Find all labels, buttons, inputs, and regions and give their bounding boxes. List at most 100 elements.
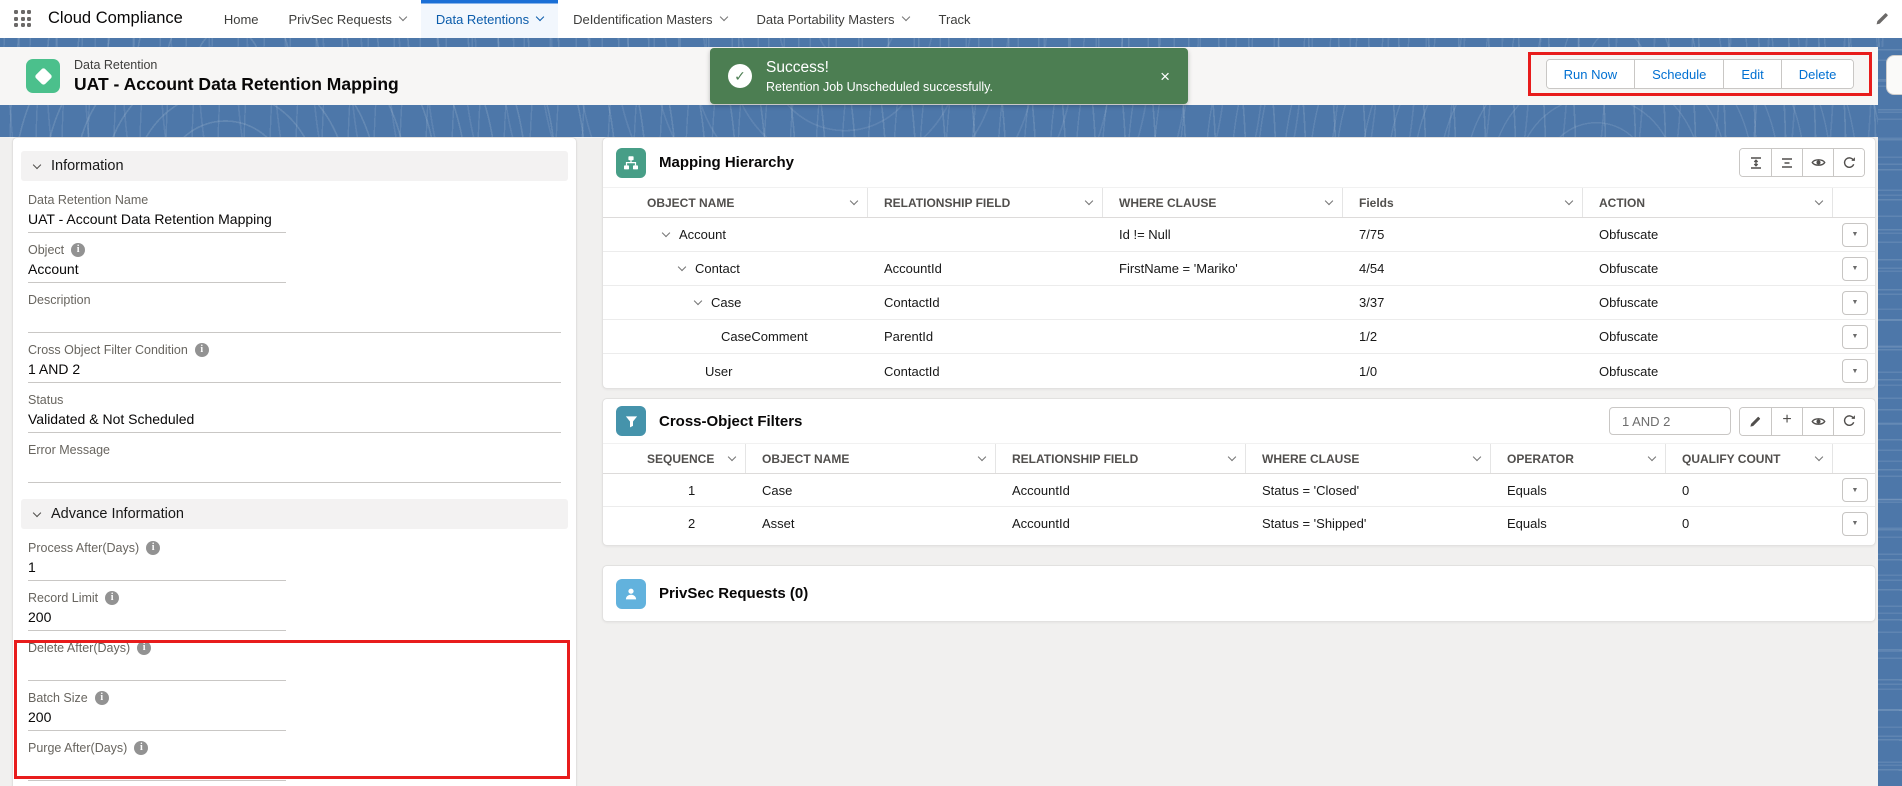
row-actions-dropdown[interactable]: ▼: [1842, 359, 1868, 383]
info-icon[interactable]: i: [195, 343, 209, 357]
chevron-down-icon: [728, 452, 736, 460]
info-icon[interactable]: i: [146, 541, 160, 555]
toast-texts: Success! Retention Job Unscheduled succe…: [766, 59, 1150, 94]
column-header-relationship-field[interactable]: RELATIONSHIP FIELD: [868, 188, 1103, 217]
chevron-down-icon[interactable]: [399, 13, 407, 21]
field-description: Description: [28, 290, 561, 340]
column-header-where-clause[interactable]: WHERE CLAUSE: [1103, 188, 1343, 217]
column-header-fields[interactable]: Fields: [1343, 188, 1583, 217]
global-nav-bar: Cloud Compliance Home PrivSec Requests D…: [0, 0, 1902, 38]
field-error-message: Error Message: [28, 440, 561, 490]
field-data-retention-name: Data Retention Name UAT - Account Data R…: [28, 190, 286, 240]
run-now-button[interactable]: Run Now: [1547, 60, 1634, 88]
row-actions-dropdown[interactable]: ▼: [1842, 223, 1868, 247]
filters-icon: [616, 406, 646, 436]
app-launcher-icon[interactable]: [14, 10, 36, 28]
chevron-down-icon: [1473, 452, 1481, 460]
tab-track[interactable]: Track: [924, 0, 986, 38]
chevron-down-icon[interactable]: [719, 13, 727, 21]
info-icon[interactable]: i: [137, 641, 151, 655]
information-fields: Data Retention Name UAT - Account Data R…: [28, 181, 561, 491]
refresh-icon[interactable]: [1833, 149, 1864, 176]
field-delete-after-days: Delete After(Days)i: [28, 638, 286, 688]
field-cross-object-filter-condition: Cross Object Filter Conditioni 1 AND 2: [28, 340, 561, 390]
row-actions-dropdown[interactable]: ▼: [1842, 478, 1868, 502]
mapping-hierarchy-card: Mapping Hierarchy OBJECT NAME RELATIONSH…: [602, 137, 1876, 389]
tab-home[interactable]: Home: [209, 0, 274, 38]
refresh-icon[interactable]: [1833, 408, 1864, 435]
table-row-case: Case ContactId 3/37 Obfuscate ▼: [603, 286, 1875, 320]
column-header-qualify-count[interactable]: QUALIFY COUNT: [1666, 444, 1833, 473]
column-header-sequence[interactable]: SEQUENCE: [603, 444, 746, 473]
privsec-requests-header: PrivSec Requests (0): [603, 566, 1875, 621]
mapping-hierarchy-header: Mapping Hierarchy: [603, 138, 1875, 187]
info-icon[interactable]: i: [134, 741, 148, 755]
privsec-person-icon: [616, 579, 646, 609]
row-actions-dropdown[interactable]: ▼: [1842, 512, 1868, 536]
success-toast: ✓ Success! Retention Job Unscheduled suc…: [710, 48, 1188, 104]
chevron-down-icon: [1565, 196, 1573, 204]
record-title: UAT - Account Data Retention Mapping: [74, 74, 399, 95]
column-header-row-actions: [1833, 444, 1877, 473]
column-header-object-name[interactable]: OBJECT NAME: [746, 444, 996, 473]
preview-eye-icon[interactable]: [1802, 149, 1833, 176]
chevron-down-icon[interactable]: [901, 13, 909, 21]
edit-nav-pencil-icon[interactable]: [1875, 11, 1890, 31]
add-plus-icon[interactable]: +: [1771, 408, 1802, 435]
section-information[interactable]: Information: [21, 151, 568, 181]
field-purge-after-days: Purge After(Days)i: [28, 738, 286, 786]
card-title: Cross-Object Filters: [659, 413, 802, 430]
tab-data-retentions[interactable]: Data Retentions: [421, 0, 558, 38]
edit-pencil-icon[interactable]: [1740, 408, 1771, 435]
tree-collapse-icon[interactable]: [662, 228, 670, 236]
field-status: Status Validated & Not Scheduled: [28, 390, 561, 440]
mapping-hierarchy-column-headers: OBJECT NAME RELATIONSHIP FIELD WHERE CLA…: [603, 187, 1875, 218]
salesforce-app-window: Cloud Compliance Home PrivSec Requests D…: [0, 0, 1902, 786]
collapse-all-icon[interactable]: [1771, 149, 1802, 176]
column-header-relationship-field[interactable]: RELATIONSHIP FIELD: [996, 444, 1246, 473]
annotation-box-actions: Run Now Schedule Edit Delete: [1528, 52, 1872, 96]
hierarchy-icon: [616, 148, 646, 178]
toast-close-icon[interactable]: ×: [1160, 68, 1170, 85]
record-action-buttons: Run Now Schedule Edit Delete: [1546, 59, 1855, 89]
tab-deidentification-masters[interactable]: DeIdentification Masters: [558, 0, 741, 38]
app-name: Cloud Compliance: [48, 9, 183, 38]
field-record-limit: Record Limiti 200: [28, 588, 286, 638]
card-title[interactable]: PrivSec Requests (0): [659, 585, 808, 602]
section-advance-information[interactable]: Advance Information: [21, 499, 568, 529]
edit-button[interactable]: Edit: [1723, 60, 1780, 88]
chevron-down-icon[interactable]: [536, 13, 544, 21]
info-icon[interactable]: i: [95, 691, 109, 705]
privsec-requests-card: PrivSec Requests (0): [602, 565, 1876, 622]
tree-collapse-icon[interactable]: [678, 262, 686, 270]
header-wave-band: [0, 105, 1878, 137]
advance-information-fields: Process After(Days)i 1 Record Limiti 200…: [28, 529, 561, 786]
column-header-operator[interactable]: OPERATOR: [1491, 444, 1666, 473]
diamond-glyph: [34, 67, 52, 85]
filters-column-headers: SEQUENCE OBJECT NAME RELATIONSHIP FIELD …: [603, 443, 1875, 474]
info-icon[interactable]: i: [105, 591, 119, 605]
filters-toolbar: +: [1739, 407, 1865, 436]
row-actions-dropdown[interactable]: ▼: [1842, 257, 1868, 281]
chevron-down-icon: [850, 196, 858, 204]
delete-button[interactable]: Delete: [1781, 60, 1854, 88]
column-header-object-name[interactable]: OBJECT NAME: [603, 188, 868, 217]
row-actions-dropdown[interactable]: ▼: [1842, 325, 1868, 349]
preview-eye-icon[interactable]: [1802, 408, 1833, 435]
tree-collapse-icon[interactable]: [694, 296, 702, 304]
tab-privsec-requests[interactable]: PrivSec Requests: [274, 0, 421, 38]
column-header-action[interactable]: ACTION: [1583, 188, 1833, 217]
tab-data-portability-masters[interactable]: Data Portability Masters: [742, 0, 924, 38]
edge-panel-button[interactable]: [1886, 55, 1902, 95]
schedule-button[interactable]: Schedule: [1634, 60, 1723, 88]
column-header-where-clause[interactable]: WHERE CLAUSE: [1246, 444, 1491, 473]
chevron-down-icon: [33, 509, 41, 517]
chevron-down-icon: [1815, 452, 1823, 460]
card-title: Mapping Hierarchy: [659, 154, 794, 171]
info-icon[interactable]: i: [71, 243, 85, 257]
hierarchy-toolbar: [1739, 148, 1865, 177]
expand-all-icon[interactable]: [1740, 149, 1771, 176]
field-process-after-days: Process After(Days)i 1: [28, 538, 286, 588]
cross-object-filters-card: Cross-Object Filters 1 AND 2 + SEQUENCE …: [602, 398, 1876, 546]
row-actions-dropdown[interactable]: ▼: [1842, 291, 1868, 315]
